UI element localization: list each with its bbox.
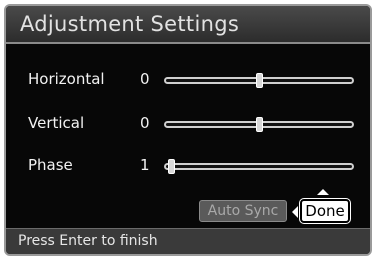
- done-button-group: Done: [292, 186, 356, 224]
- phase-label: Phase: [28, 156, 73, 174]
- phase-slider[interactable]: [164, 159, 354, 174]
- caret-left-icon: [292, 206, 298, 218]
- adjustment-settings-panel: Adjustment Settings Horizontal 0 Vertica…: [4, 4, 372, 256]
- footer-hint: Press Enter to finish: [18, 233, 158, 249]
- panel-header: Adjustment Settings: [6, 6, 370, 44]
- phase-slider-thumb[interactable]: [168, 159, 175, 174]
- horizontal-slider-thumb[interactable]: [255, 73, 263, 88]
- horizontal-value: 0: [140, 70, 150, 88]
- caret-up-icon: [317, 189, 329, 195]
- auto-sync-button[interactable]: Auto Sync: [199, 200, 287, 222]
- phase-value: 1: [140, 156, 150, 174]
- vertical-slider-thumb[interactable]: [255, 117, 263, 132]
- vertical-label: Vertical: [28, 114, 85, 132]
- status-footer: Press Enter to finish: [6, 228, 370, 254]
- vertical-slider[interactable]: [164, 117, 354, 132]
- horizontal-label: Horizontal: [28, 70, 105, 88]
- horizontal-slider[interactable]: [164, 73, 354, 88]
- panel-title: Adjustment Settings: [20, 12, 240, 36]
- vertical-value: 0: [140, 114, 150, 132]
- done-button[interactable]: Done: [299, 198, 351, 224]
